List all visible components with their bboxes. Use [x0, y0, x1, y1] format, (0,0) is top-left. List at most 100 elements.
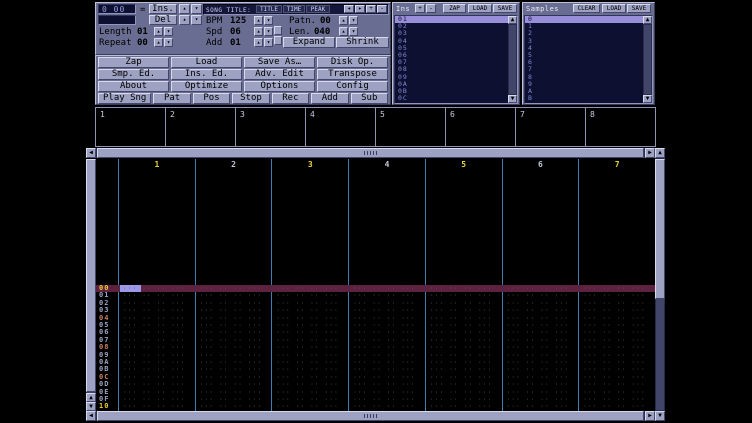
- add-down-button[interactable]: ▾: [264, 38, 273, 47]
- mini-button-lower[interactable]: [274, 36, 282, 45]
- instrument-zap-button[interactable]: ZAP: [443, 4, 466, 13]
- menu-button-play-sng[interactable]: Play Sng: [98, 93, 151, 104]
- mini-button-upper[interactable]: [274, 26, 282, 35]
- pattern-cell[interactable]: ··· ·· ·· ···: [276, 344, 339, 351]
- instrument-load-button[interactable]: LOAD: [468, 4, 492, 13]
- title-scroll-right-button[interactable]: ▸: [355, 5, 365, 13]
- pattern-cell[interactable]: ··· ·· ·· ···: [200, 389, 263, 396]
- tab-time[interactable]: TIME: [283, 5, 305, 13]
- pattern-cell[interactable]: ··· ·· ·· ···: [353, 344, 416, 351]
- pattern-cell[interactable]: ··· ·· ·· ···: [583, 396, 646, 403]
- pattern-cell[interactable]: ··· ·· ·· ···: [123, 329, 186, 336]
- instrument-item[interactable]: 05: [395, 45, 517, 52]
- pattern-cell[interactable]: ··· ·· ·· ···: [430, 285, 493, 292]
- spd-down-button[interactable]: ▾: [264, 27, 273, 36]
- ins-position-button[interactable]: Ins.: [149, 4, 177, 14]
- pattern-cell[interactable]: ··· ·· ·· ···: [276, 329, 339, 336]
- pattern-cell[interactable]: ··· ·· ·· ···: [276, 300, 339, 307]
- menu-button-transpose[interactable]: Transpose: [317, 69, 388, 80]
- patn-up-button[interactable]: ▴: [339, 16, 348, 25]
- repeat-up-button[interactable]: ▴: [154, 38, 163, 47]
- pattern-cell[interactable]: ··· ·· ·· ···: [353, 374, 416, 381]
- pattern-cell[interactable]: ··· ·· ·· ···: [200, 292, 263, 299]
- pattern-cell[interactable]: ··· ·· ·· ···: [200, 344, 263, 351]
- menu-button-config[interactable]: Config: [317, 81, 388, 92]
- pattern-cell[interactable]: ··· ·· ·· ···: [123, 337, 186, 344]
- pattern-cell[interactable]: ··· ·· ·· ···: [583, 381, 646, 388]
- instrument-item[interactable]: 09: [395, 74, 517, 81]
- length-up-button[interactable]: ▴: [154, 27, 163, 36]
- pattern-cell[interactable]: ··· ·· ·· ···: [430, 381, 493, 388]
- scroll-up-button[interactable]: ▲: [643, 16, 652, 24]
- pattern-cell[interactable]: ··· ·· ·· ···: [353, 381, 416, 388]
- channel-header-4[interactable]: 4: [349, 160, 425, 169]
- pattern-cell[interactable]: ··· ·· ·· ···: [430, 300, 493, 307]
- del-position-button[interactable]: Del: [149, 15, 177, 25]
- instrument-minus-button[interactable]: -: [426, 4, 436, 13]
- pattern-cell[interactable]: ··· ·· ·· ···: [353, 396, 416, 403]
- menu-button-disk-op[interactable]: Disk Op.: [317, 57, 388, 68]
- pattern-cell[interactable]: ··· ·· ·· ···: [200, 352, 263, 359]
- sample-item[interactable]: 9: [525, 81, 652, 88]
- pattern-cell[interactable]: ··· ·· ·· ···: [430, 315, 493, 322]
- instrument-item[interactable]: 02: [395, 23, 517, 30]
- pattern-cell[interactable]: ··· ·· ·· ···: [507, 322, 570, 329]
- pattern-cell[interactable]: ··· ·· ·· ···: [123, 307, 186, 314]
- tab-title[interactable]: TITLE: [256, 5, 282, 13]
- channel-header-5[interactable]: 5: [426, 160, 502, 169]
- bpm-up-button[interactable]: ▴: [254, 16, 263, 25]
- pattern-cell[interactable]: ··· ·· ·· ···: [430, 292, 493, 299]
- sample-item[interactable]: 4: [525, 45, 652, 52]
- pattern-cell[interactable]: ··· ·· ·· ···: [507, 366, 570, 373]
- pattern-cell[interactable]: ··· ·· ·· ···: [276, 307, 339, 314]
- pattern-cell[interactable]: ··· ·· ·· ···: [353, 329, 416, 336]
- instrument-item[interactable]: 08: [395, 66, 517, 73]
- scroll-down-button[interactable]: ▼: [86, 402, 96, 411]
- sample-item[interactable]: 5: [525, 52, 652, 59]
- scroll-up-button[interactable]: ▲: [655, 148, 665, 158]
- instrument-item[interactable]: 07: [395, 59, 517, 66]
- title-plus-button[interactable]: +: [366, 5, 376, 13]
- pattern-cell[interactable]: ··· ·· ·· ···: [507, 389, 570, 396]
- pattern-cell[interactable]: ··· ·· ·· ···: [583, 359, 646, 366]
- pattern-cell[interactable]: ··· ·· ·· ···: [200, 300, 263, 307]
- pattern-down-button[interactable]: ▾: [191, 15, 202, 25]
- pattern-cell[interactable]: ··· ·· ·· ···: [430, 374, 493, 381]
- pattern-cell[interactable]: ··· ·· ·· ···: [507, 329, 570, 336]
- pattern-cell[interactable]: ··· ·· ·· ···: [507, 396, 570, 403]
- instrument-scroll-track[interactable]: [508, 24, 517, 95]
- pattern-cell[interactable]: ··· ·· ·· ···: [123, 381, 186, 388]
- pattern-cell[interactable]: ··· ·· ·· ···: [200, 307, 263, 314]
- pattern-cell[interactable]: ··· ·· ·· ···: [583, 366, 646, 373]
- pattern-cell[interactable]: ··· ·· ·· ···: [507, 344, 570, 351]
- instrument-item[interactable]: 03: [395, 30, 517, 37]
- menu-button-save-as[interactable]: Save As…: [244, 57, 315, 68]
- pattern-cell[interactable]: ··· ·· ·· ···: [583, 329, 646, 336]
- sample-item[interactable]: 7: [525, 66, 652, 73]
- pattern-cell[interactable]: ··· ·· ·· ···: [276, 322, 339, 329]
- pattern-cell[interactable]: ··· ·· ·· ···: [123, 344, 186, 351]
- title-scroll-left-button[interactable]: ◂: [344, 5, 354, 13]
- pattern-cell[interactable]: ··· ·· ·· ···: [123, 359, 186, 366]
- menu-button-pat[interactable]: Pat: [153, 93, 190, 104]
- pattern-cell[interactable]: ··· ·· ·· ···: [123, 292, 186, 299]
- pattern-cell[interactable]: ··· ·· ·· ···: [353, 292, 416, 299]
- menu-button-zap[interactable]: Zap: [98, 57, 169, 68]
- channel-header-6[interactable]: 6: [503, 160, 579, 169]
- pattern-cell[interactable]: ··· ·· ·· ···: [583, 344, 646, 351]
- pattern-cell[interactable]: ··· ·· ·· ···: [200, 396, 263, 403]
- len-up-button[interactable]: ▴: [339, 27, 348, 36]
- pattern-cell[interactable]: ··· ·· ·· ···: [200, 322, 263, 329]
- scope-channel-5[interactable]: 5: [376, 108, 446, 146]
- pattern-cell[interactable]: ··· ·· ·· ···: [123, 300, 186, 307]
- instrument-item[interactable]: 04: [395, 38, 517, 45]
- pattern-cell[interactable]: ··· ·· ·· ···: [507, 337, 570, 344]
- sample-scroll-track[interactable]: [643, 24, 652, 95]
- scope-channel-2[interactable]: 2: [166, 108, 236, 146]
- pattern-cell[interactable]: ··· ·· ·· ···: [200, 329, 263, 336]
- vscroll-right-thumb[interactable]: [655, 159, 665, 299]
- pattern-cell[interactable]: ··· ·· ·· ···: [353, 285, 416, 292]
- pattern-cell[interactable]: ··· ·· ·· ···: [507, 381, 570, 388]
- vscroll-left-thumb[interactable]: [86, 159, 96, 392]
- pattern-cell[interactable]: ··· ·· ·· ···: [507, 352, 570, 359]
